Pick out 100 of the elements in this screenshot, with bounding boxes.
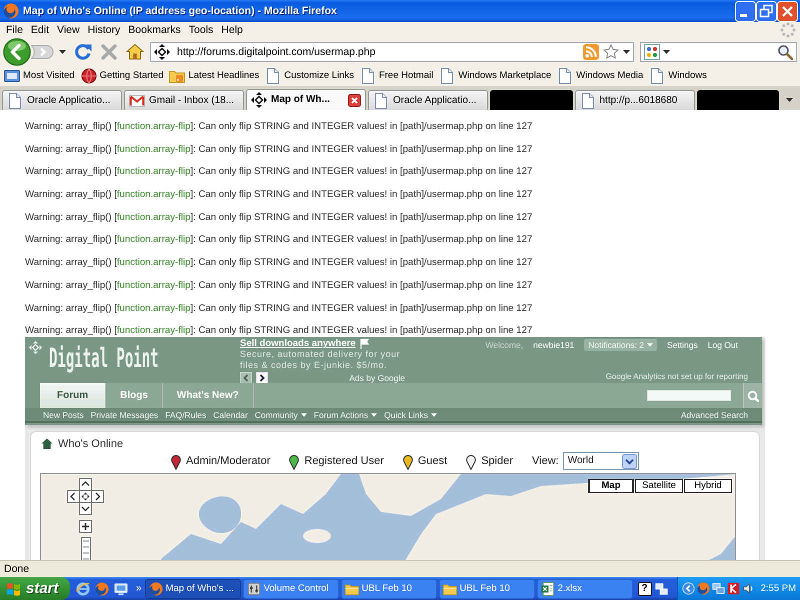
bookmark-item[interactable]: Free Hotmail [358, 68, 438, 84]
caret-icon[interactable] [663, 50, 670, 54]
ad-title-link[interactable]: Sell downloads anywhere [240, 338, 356, 350]
bookmark-item[interactable]: Customize Links [263, 68, 358, 84]
more-button[interactable]: » [133, 582, 145, 594]
view-select[interactable]: World [562, 452, 639, 470]
close-icon[interactable] [348, 94, 361, 106]
monitor-icon[interactable] [114, 582, 128, 596]
advanced-search-link[interactable]: Advanced Search [680, 410, 748, 420]
function-link[interactable]: function.array-flip [116, 302, 190, 314]
browser-tab[interactable]: Map of Wh... [246, 89, 366, 110]
menu-item[interactable]: Bookmarks [124, 22, 185, 38]
function-link[interactable]: function.array-flip [116, 257, 190, 268]
menu-item[interactable]: File [2, 22, 27, 38]
browser-tab[interactable]: http://p...6018680 [574, 90, 694, 110]
firefox-icon [3, 3, 19, 19]
map-type-button[interactable]: Satellite [635, 479, 683, 494]
bookmark-item[interactable]: Windows Marketplace [437, 68, 556, 84]
move-icon[interactable] [79, 490, 92, 504]
search-icon[interactable] [777, 44, 793, 60]
window-title: Map of Who's Online (IP address geo-location) - Mozilla Firefox [23, 4, 337, 18]
overlapping-screens-icon[interactable] [712, 582, 725, 595]
minimize-icon[interactable] [735, 0, 756, 22]
caret-icon[interactable] [623, 50, 630, 54]
browser-tab[interactable]: Oracle Applicatio... [2, 90, 122, 110]
address-field[interactable]: http://forums.digitalpoint.com/usermap.php [150, 42, 634, 62]
function-link[interactable]: function.array-flip [116, 189, 190, 200]
speaker-icon[interactable] [742, 582, 755, 595]
zoom-in-icon[interactable] [79, 520, 92, 534]
firefox-icon[interactable] [95, 582, 109, 596]
warning-message: Warning: array_flip() [function.array-flip]: Can only flip STRING and INTEGER values! in [path]/usermap.php on line 127 [24, 142, 534, 156]
breadcrumb-link[interactable]: Who's Online [58, 438, 124, 451]
arrow-up-icon[interactable] [79, 478, 92, 492]
help-button[interactable]: ? [638, 582, 652, 596]
function-link[interactable]: function.array-flip [116, 144, 190, 155]
overlapping-windows-icon[interactable] [654, 582, 669, 596]
arrow-down-icon[interactable] [79, 502, 92, 516]
nav-link[interactable]: Quick Links [384, 410, 438, 420]
browser-tab[interactable]: Oracle Applicatio... [368, 90, 488, 110]
nav-link[interactable]: New Posts [43, 410, 84, 420]
taskbar-button[interactable]: UBL Feb 10 [438, 578, 535, 598]
warning-message: Warning: array_flip() [function.array-flip]: Can only flip STRING and INTEGER values! in [path]/usermap.php on line 127 [24, 165, 534, 178]
caret-icon[interactable] [59, 50, 66, 54]
bookmark-item[interactable]: Latest Headlines [167, 68, 264, 84]
map-type-button[interactable]: Hybrid [684, 479, 732, 494]
menu-item[interactable]: Help [217, 22, 247, 38]
previous-icon[interactable] [240, 372, 252, 384]
taskbar-button[interactable]: 2.xlsx [536, 578, 633, 598]
search-engine-icon[interactable] [644, 44, 660, 60]
home-icon[interactable] [126, 43, 144, 61]
firefox-icon[interactable] [696, 582, 710, 595]
taskbar-button[interactable]: Volume Control [242, 578, 339, 598]
browser-icon[interactable] [76, 582, 90, 596]
site-tab[interactable]: Forum [40, 383, 106, 408]
page-icon [360, 68, 376, 84]
nav-link[interactable]: Community [254, 410, 307, 420]
arrow-left-icon[interactable] [67, 490, 80, 504]
function-link[interactable]: function.array-flip [116, 325, 190, 336]
map-type-button[interactable]: Map [588, 479, 634, 494]
warning-message: Warning: array_flip() [function.array-flip]: Can only flip STRING and INTEGER values! in [path]/usermap.php on line 127 [24, 233, 534, 246]
firefox-icon [148, 582, 163, 596]
function-link[interactable]: function.array-flip [116, 212, 190, 223]
logo-icon [29, 341, 42, 354]
browser-tab[interactable]: Gmail - Inbox (18... [124, 90, 244, 110]
back-icon[interactable] [3, 38, 31, 66]
menu-item[interactable]: Tools [184, 22, 218, 38]
menu-item[interactable]: Edit [26, 22, 54, 38]
menu-item[interactable]: View [53, 22, 84, 38]
taskbar-button[interactable]: Map of Who's ... [144, 578, 241, 598]
caret-icon[interactable] [786, 98, 793, 102]
bookmark-item[interactable]: Most Visited [2, 68, 79, 84]
arrow-right-icon[interactable] [91, 490, 104, 504]
bookmark-item[interactable]: Windows Media [555, 68, 648, 84]
function-link[interactable]: function.array-flip [116, 121, 190, 132]
nav-link[interactable]: Forum Actions [314, 410, 378, 420]
function-link[interactable]: function.array-flip [116, 166, 190, 178]
function-link[interactable]: function.array-flip [116, 234, 190, 246]
mixer-icon [246, 582, 261, 596]
folder-icon [344, 582, 359, 596]
restore-icon[interactable] [756, 0, 777, 22]
warning-message: Warning: array_flip() [function.array-flip]: Can only flip STRING and INTEGER values! in [path]/usermap.php on line 127 [24, 256, 534, 270]
bookmark-item[interactable]: Getting Started [78, 68, 168, 84]
bookmark-item[interactable]: Windows [647, 68, 711, 84]
star-icon[interactable] [603, 44, 619, 60]
search-field[interactable] [640, 42, 797, 62]
nav-link[interactable]: FAQ/Rules [165, 410, 206, 420]
nav-link[interactable]: Private Messages [90, 410, 158, 420]
warning-message: Warning: array_flip() [function.array-flip]: Can only flip STRING and INTEGER values! in [path]/usermap.php on line 127 [24, 278, 534, 292]
function-link[interactable]: function.array-flip [116, 280, 190, 291]
next-icon[interactable] [256, 372, 268, 384]
tile-icon[interactable] [726, 582, 740, 595]
start-button[interactable]: start [0, 577, 70, 600]
taskbar-button[interactable]: UBL Feb 10 [340, 578, 437, 598]
reload-icon[interactable] [74, 43, 92, 61]
header-link[interactable]: Settings [667, 340, 698, 350]
header-link[interactable]: Log Out [708, 340, 738, 350]
site-logo[interactable]: Digital Point [49, 346, 159, 373]
nav-link[interactable]: Calendar [213, 410, 248, 420]
menu-item[interactable]: History [84, 22, 124, 38]
username-link[interactable]: newbie191 [533, 340, 574, 350]
